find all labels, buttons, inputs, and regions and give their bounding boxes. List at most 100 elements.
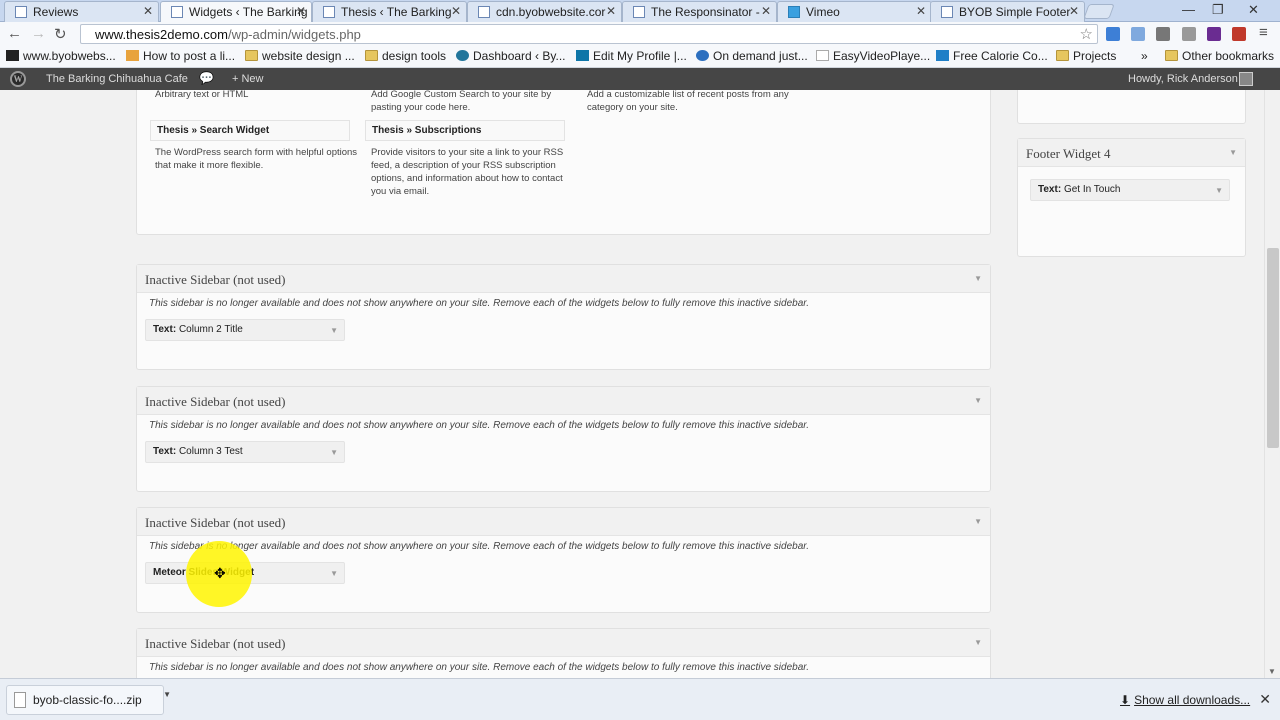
page-icon [633,6,645,18]
site-name-link[interactable]: The Barking Chihuahua Cafe [46,73,188,85]
address-bar[interactable]: www.thesis2demo.com/wp-admin/widgets.php… [80,24,1098,44]
widget-item[interactable]: Text: Column 2 Title ▼ [145,319,345,341]
close-icon[interactable]: ✕ [296,4,306,18]
bookmark-label: Other bookmarks [1182,49,1275,63]
other-bookmarks[interactable]: Other bookmarks [1165,49,1274,63]
bookmark-item[interactable]: www.byobwebs... [6,49,116,63]
chevron-down-icon[interactable]: ▼ [974,274,982,283]
bookmark-item[interactable]: Dashboard ‹ By... [456,49,565,63]
inactive-note: This sidebar is no longer available and … [149,662,809,673]
chevron-down-icon[interactable]: ▼ [974,638,982,647]
widget-type: Text: [153,446,177,457]
bookmark-item[interactable]: Projects [1056,49,1116,63]
widget-description: Add Google Custom Search to your site by… [371,90,552,113]
tab-label: The Responsinator - [651,5,760,19]
available-widgets-panel: Arbitrary text or HTML Add Google Custom… [136,90,991,235]
widget-subscriptions[interactable]: Thesis » Subscriptions [365,120,565,141]
sidebar-title: Inactive Sidebar (not used) [145,272,286,287]
tab-reviews[interactable]: Reviews ✕ [4,1,159,22]
close-icon[interactable]: ✕ [761,4,771,18]
close-icon[interactable]: ✕ [143,4,153,18]
footer-widget-4-panel: Footer Widget 4 ▼ Text: Get In Touch ▼ [1017,138,1246,257]
chevron-down-icon[interactable]: ▼ [330,326,338,335]
howdy-user[interactable]: Howdy, Rick Anderson [1128,73,1238,85]
url-path: /wp-admin/widgets.php [227,27,361,42]
page-scrollbar[interactable]: ▼ [1264,90,1280,678]
close-icon[interactable]: ✕ [1259,691,1271,708]
maximize-icon[interactable]: ❐ [1212,2,1224,18]
widget-item[interactable]: Text: Column 3 Test ▼ [145,441,345,463]
sidebar-header[interactable]: Inactive Sidebar (not used) ▼ [137,265,990,293]
close-icon[interactable]: ✕ [916,4,926,18]
bookmark-label: Edit My Profile |... [593,49,687,63]
download-icon: ⬇ [1120,693,1131,707]
minimize-icon[interactable]: — [1182,2,1195,17]
chevron-down-icon[interactable]: ▼ [1229,148,1237,157]
bookmark-item[interactable]: design tools [365,49,446,63]
page-icon [816,50,829,61]
tab-cdn[interactable]: cdn.byobwebsite.cor ✕ [467,1,622,22]
bookmark-item[interactable]: How to post a li... [126,49,235,63]
chevron-down-icon[interactable]: ▼ [974,517,982,526]
chevron-down-icon[interactable]: ▼ [330,569,338,578]
tab-label: Thesis ‹ The Barking [341,5,452,19]
back-icon[interactable]: ← [7,25,22,42]
page-icon [126,50,139,61]
extension-icon[interactable] [1106,27,1120,41]
close-icon[interactable]: ✕ [1069,4,1079,18]
sidebar-header[interactable]: Inactive Sidebar (not used) ▼ [137,387,990,415]
tab-label: Reviews [33,5,79,19]
scrollbar-thumb[interactable] [1267,248,1279,448]
bookmark-item[interactable]: website design ... [245,49,355,63]
close-window-icon[interactable]: ✕ [1248,2,1259,18]
chevron-down-icon[interactable]: ▼ [330,448,338,457]
tab-widgets[interactable]: Widgets ‹ The Barking ✕ [160,1,312,23]
avatar[interactable] [1239,72,1253,86]
forward-icon[interactable]: → [31,25,46,42]
show-all-downloads-link[interactable]: ⬇ Show all downloads... [1120,693,1250,707]
new-tab-button[interactable] [1083,4,1115,19]
bookmark-label: Projects [1073,49,1117,63]
bookmark-item[interactable]: EasyVideoPlaye... [816,49,930,63]
bookmark-label: Free Calorie Co... [953,49,1048,63]
vimeo-icon [788,6,800,18]
new-content-button[interactable]: + New [232,73,264,85]
close-icon[interactable]: ✕ [606,4,616,18]
bookmark-item[interactable]: Edit My Profile |... [576,49,687,63]
download-item[interactable]: byob-classic-fo....zip ▼ [6,685,171,715]
widget-search[interactable]: Thesis » Search Widget [150,120,350,141]
extension-icon[interactable] [1182,27,1196,41]
tab-byob-footer[interactable]: BYOB Simple Footer ✕ [930,1,1085,22]
wordpress-icon[interactable]: W [10,71,26,87]
chevron-down-icon[interactable]: ▼ [1215,186,1223,195]
widget-description: Provide visitors to your site a link to … [371,147,564,197]
extension-icon[interactable] [1207,27,1221,41]
sidebar-header[interactable]: Inactive Sidebar (not used) ▼ [137,508,990,536]
new-label: New [241,73,264,85]
chevron-down-icon[interactable]: ▼ [974,396,982,405]
menu-icon[interactable]: ≡ [1259,24,1268,41]
tab-vimeo[interactable]: Vimeo ✕ [777,1,932,22]
scroll-down-icon[interactable]: ▼ [1268,667,1276,676]
reload-icon[interactable]: ↻ [54,25,67,43]
bookmarks-overflow-button[interactable]: » [1141,49,1148,63]
close-icon[interactable]: ✕ [451,4,461,18]
bookmark-label: EasyVideoPlaye... [833,49,931,63]
extension-icon[interactable] [1232,27,1246,41]
sidebar-header[interactable]: Footer Widget 4 ▼ [1018,139,1245,167]
extension-icon[interactable] [1156,27,1170,41]
show-all-label: Show all downloads... [1134,693,1251,707]
comment-icon[interactable]: 💬 [199,71,214,85]
bookmark-item[interactable]: On demand just... [696,49,808,63]
chevron-down-icon[interactable]: ▼ [163,690,171,699]
page-icon [15,6,27,18]
star-icon[interactable]: ☆ [1080,25,1093,43]
tab-thesis[interactable]: Thesis ‹ The Barking ✕ [312,1,467,22]
widget-item[interactable]: Text: Get In Touch ▼ [1030,179,1230,201]
inactive-sidebar: Inactive Sidebar (not used) ▼ This sideb… [136,264,991,370]
sidebar-header[interactable]: Inactive Sidebar (not used) ▼ [137,629,990,657]
extension-icon[interactable] [1131,27,1145,41]
bookmark-item[interactable]: Free Calorie Co... [936,49,1048,63]
page-icon [478,6,490,18]
tab-responsinator[interactable]: The Responsinator - ✕ [622,1,777,22]
